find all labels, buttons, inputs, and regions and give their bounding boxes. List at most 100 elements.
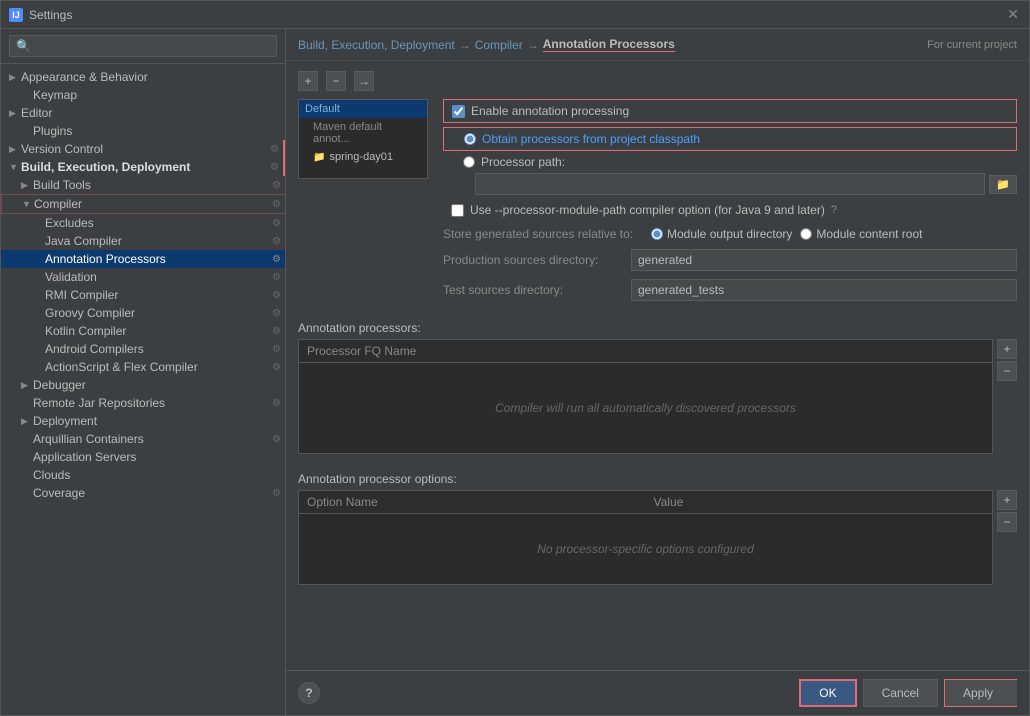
sidebar-item-remote-jar[interactable]: Remote Jar Repositories ⚙: [1, 394, 285, 412]
sidebar-item-label: Arquillian Containers: [33, 432, 144, 446]
breadcrumb-separator-2: →: [527, 38, 539, 52]
sidebar-item-deployment[interactable]: Deployment: [1, 412, 285, 430]
sidebar-item-build-execution[interactable]: Build, Execution, Deployment ⚙: [1, 158, 285, 176]
help-tooltip-icon[interactable]: ?: [831, 204, 837, 216]
add-processor-button[interactable]: +: [997, 339, 1017, 359]
sidebar-item-excludes[interactable]: Excludes ⚙: [1, 214, 285, 232]
table-body-empty: Compiler will run all automatically disc…: [299, 363, 992, 453]
sidebar-item-app-servers[interactable]: Application Servers: [1, 448, 285, 466]
sidebar-tree: Appearance & Behavior Keymap Editor Plug…: [1, 64, 285, 715]
navigate-button[interactable]: →: [354, 71, 374, 91]
sidebar-item-annotation-processors[interactable]: Annotation Processors ⚙: [1, 250, 285, 268]
right-panel: Build, Execution, Deployment → Compiler …: [286, 29, 1029, 715]
options-table-side-btns: + −: [997, 490, 1017, 595]
store-generated-label: Store generated sources relative to:: [443, 227, 643, 241]
processor-path-radio[interactable]: [463, 156, 475, 168]
settings-icon: ⚙: [272, 218, 281, 229]
sidebar: Appearance & Behavior Keymap Editor Plug…: [1, 29, 286, 715]
production-sources-input[interactable]: [631, 249, 1017, 271]
path-input-row: 📁: [443, 173, 1017, 195]
profile-default[interactable]: Default: [299, 100, 427, 118]
sidebar-item-debugger[interactable]: Debugger: [1, 376, 285, 394]
module-output-label: Module output directory: [667, 227, 792, 241]
browse-button[interactable]: 📁: [989, 175, 1017, 194]
panel-content: + − → Default Maven default annot... 📁 s…: [286, 61, 1029, 670]
window-title: Settings: [29, 8, 72, 22]
sidebar-item-version-control[interactable]: Version Control ⚙: [1, 140, 285, 158]
search-input[interactable]: [9, 35, 277, 57]
triangle-icon: [21, 180, 33, 191]
cancel-button[interactable]: Cancel: [863, 679, 938, 707]
module-content-radio[interactable]: [800, 228, 812, 240]
sidebar-item-coverage[interactable]: Coverage ⚙: [1, 484, 285, 502]
module-content-label: Module content root: [816, 227, 922, 241]
bottom-bar: ? OK Cancel Apply: [286, 670, 1029, 715]
settings-icon: ⚙: [272, 362, 281, 373]
sidebar-item-label: ActionScript & Flex Compiler: [45, 360, 198, 374]
breadcrumb-part-3: Annotation Processors: [543, 37, 675, 52]
remove-processor-button[interactable]: −: [997, 361, 1017, 381]
ok-button[interactable]: OK: [799, 679, 856, 707]
sidebar-item-java-compiler[interactable]: Java Compiler ⚙: [1, 232, 285, 250]
sidebar-item-editor[interactable]: Editor: [1, 104, 285, 122]
sidebar-item-validation[interactable]: Validation ⚙: [1, 268, 285, 286]
profile-maven-default[interactable]: Maven default annot...: [299, 118, 427, 148]
add-profile-button[interactable]: +: [298, 71, 318, 91]
profile-label: spring-day01: [329, 151, 393, 163]
store-generated-row: Store generated sources relative to: Mod…: [443, 227, 1017, 241]
sidebar-item-build-tools[interactable]: Build Tools ⚙: [1, 176, 285, 194]
annotation-processors-header: Annotation processors:: [298, 321, 1017, 335]
module-output-radio[interactable]: [651, 228, 663, 240]
profile-spring-day01[interactable]: 📁 spring-day01: [299, 148, 427, 166]
remove-option-button[interactable]: −: [997, 512, 1017, 532]
remove-profile-button[interactable]: −: [326, 71, 346, 91]
options-table-body-empty: No processor-specific options configured: [299, 514, 992, 584]
close-button[interactable]: ✕: [1005, 7, 1021, 23]
sidebar-item-kotlin-compiler[interactable]: Kotlin Compiler ⚙: [1, 322, 285, 340]
sidebar-item-arquillian[interactable]: Arquillian Containers ⚙: [1, 430, 285, 448]
settings-icon: ⚙: [270, 162, 279, 173]
settings-icon: ⚙: [272, 236, 281, 247]
sidebar-item-label: Kotlin Compiler: [45, 324, 126, 338]
sidebar-item-android-compilers[interactable]: Android Compilers ⚙: [1, 340, 285, 358]
help-button[interactable]: ?: [298, 682, 320, 704]
settings-window: IJ Settings ✕ Appearance & Behavior Keym…: [0, 0, 1030, 716]
sidebar-item-actionscript-flex[interactable]: ActionScript & Flex Compiler ⚙: [1, 358, 285, 376]
profile-tree-container: Default Maven default annot... 📁 spring-…: [298, 99, 433, 309]
add-option-button[interactable]: +: [997, 490, 1017, 510]
obtain-processors-label: Obtain processors from project classpath: [482, 132, 700, 146]
annotation-processors-table: Processor FQ Name Compiler will run all …: [298, 339, 993, 454]
breadcrumb-part-2[interactable]: Compiler: [475, 38, 523, 52]
breadcrumb: Build, Execution, Deployment → Compiler …: [286, 29, 1029, 61]
sidebar-item-clouds[interactable]: Clouds: [1, 466, 285, 484]
action-buttons: OK Cancel Apply: [799, 679, 1017, 707]
triangle-icon: [21, 380, 33, 391]
sidebar-item-label: Build Tools: [33, 178, 91, 192]
value-col: Value: [646, 491, 993, 513]
processor-path-input[interactable]: [475, 173, 985, 195]
sidebar-item-rmi-compiler[interactable]: RMI Compiler ⚙: [1, 286, 285, 304]
test-sources-input[interactable]: [631, 279, 1017, 301]
sidebar-item-appearance-behavior[interactable]: Appearance & Behavior: [1, 68, 285, 86]
sidebar-item-label: Deployment: [33, 414, 97, 428]
title-bar: IJ Settings ✕: [1, 1, 1029, 29]
main-content: Appearance & Behavior Keymap Editor Plug…: [1, 29, 1029, 715]
apply-button[interactable]: Apply: [944, 679, 1017, 707]
obtain-processors-radio[interactable]: [464, 133, 476, 145]
use-module-path-row: Use --processor-module-path compiler opt…: [443, 203, 1017, 217]
sidebar-item-label: Groovy Compiler: [45, 306, 135, 320]
empty-message: Compiler will run all automatically disc…: [495, 401, 796, 415]
settings-icon: ⚙: [272, 434, 281, 445]
sidebar-item-keymap[interactable]: Keymap: [1, 86, 285, 104]
table-header-row: Processor FQ Name: [299, 340, 992, 363]
settings-icon: ⚙: [272, 180, 281, 191]
enable-annotation-checkbox[interactable]: [452, 105, 465, 118]
options-area: Enable annotation processing Obtain proc…: [443, 99, 1017, 309]
sidebar-item-compiler[interactable]: Compiler ⚙: [1, 194, 285, 214]
use-module-path-checkbox[interactable]: [451, 204, 464, 217]
sidebar-item-groovy-compiler[interactable]: Groovy Compiler ⚙: [1, 304, 285, 322]
test-sources-row: Test sources directory:: [443, 279, 1017, 301]
breadcrumb-part-1[interactable]: Build, Execution, Deployment: [298, 38, 455, 52]
sidebar-item-plugins[interactable]: Plugins: [1, 122, 285, 140]
sidebar-item-label: Excludes: [45, 216, 94, 230]
